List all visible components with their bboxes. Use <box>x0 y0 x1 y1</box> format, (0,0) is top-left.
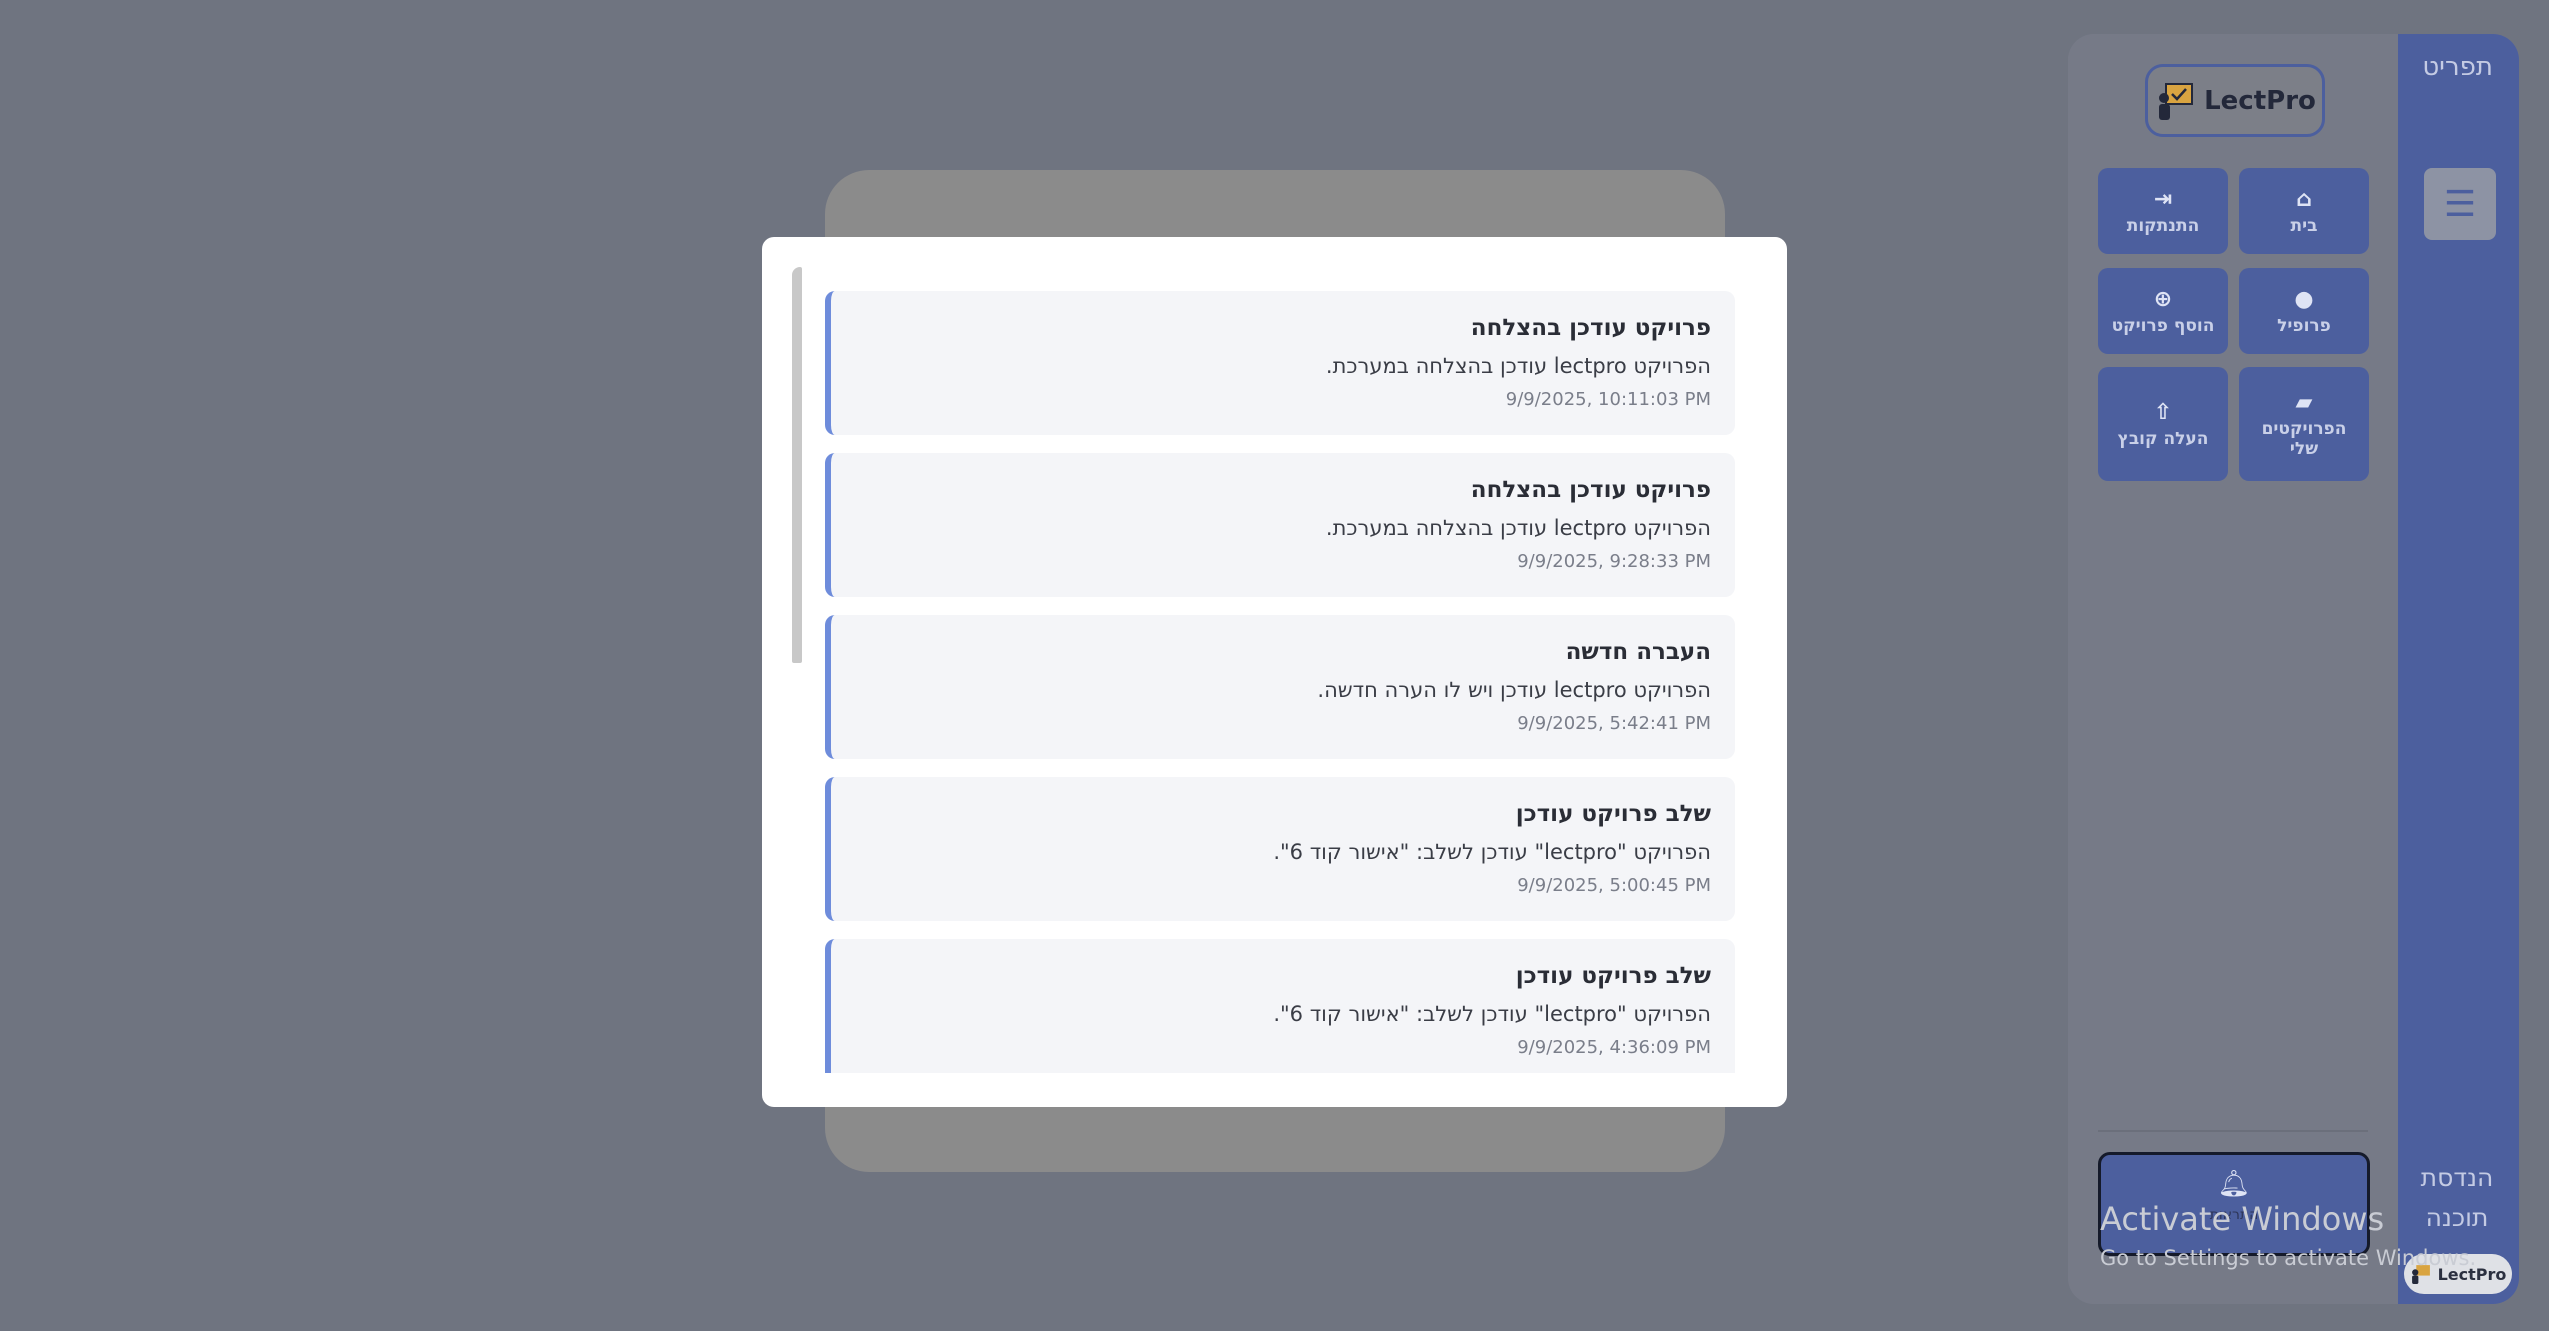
sidebar-footer-text: הנדסת תוכנה <box>2417 1158 2497 1238</box>
sidebar-brand-title: תפריט <box>2422 52 2493 82</box>
menu-toggle-button[interactable]: ☰ <box>2424 168 2496 240</box>
upload-file-button-label: העלה קובץ <box>2117 428 2209 449</box>
add-project-button-label: הוסף פרויקט <box>2111 315 2215 336</box>
notification-item[interactable]: העברה חדשה הפרויקט lectpro עודכן ויש לו … <box>825 615 1735 759</box>
upload-file-button[interactable]: ⇧ העלה קובץ <box>2098 367 2228 481</box>
logo-text: LectPro <box>2204 85 2316 116</box>
notification-title: שלב פרויקט עודכן <box>1515 963 1711 989</box>
sign-in-icon: ⇥ <box>2153 186 2173 212</box>
notification-timestamp: 9/9/2025, 5:42:41 PM <box>1517 713 1711 734</box>
plus-circle-icon: ⊕ <box>2153 286 2173 312</box>
footer-logo: LectPro <box>2404 1254 2512 1294</box>
notification-title: שלב פרויקט עודכן <box>1515 801 1711 827</box>
home-button[interactable]: ⌂ בית <box>2239 168 2369 254</box>
home-button-label: בית <box>2290 215 2318 236</box>
user-icon: ● <box>2294 286 2314 312</box>
notification-timestamp: 9/9/2025, 5:00:45 PM <box>1517 875 1711 896</box>
sidebar-divider <box>2098 1130 2368 1132</box>
my-projects-button[interactable]: ▰ הפרויקטים שלי <box>2239 367 2369 481</box>
scrollbar-thumb[interactable] <box>792 267 802 663</box>
logout-button[interactable]: ⇥ התנתקות <box>2098 168 2228 254</box>
notification-title: פרויקט עודכן בהצלחה <box>1470 315 1711 341</box>
notification-item[interactable]: פרויקט עודכן בהצלחה הפרויקט lectpro עודכ… <box>825 453 1735 597</box>
folder-open-icon: ▰ <box>2295 389 2313 415</box>
notification-message: הפרויקט lectpro עודכן בהצלחה במערכת. <box>1325 516 1711 540</box>
notification-item[interactable]: שלב פרויקט עודכן הפרויקט "lectpro" עודכן… <box>825 939 1735 1073</box>
lecturer-logo-icon <box>2159 82 2194 120</box>
notification-message: הפרויקט "lectpro" עודכן לשלב: "אישור קוד… <box>1273 840 1711 864</box>
notification-timestamp: 9/9/2025, 10:11:03 PM <box>1505 389 1711 410</box>
footer-line-2: תוכנה <box>2425 1203 2489 1232</box>
profile-button[interactable]: ● פרופיל <box>2239 268 2369 354</box>
notifications-list: פרויקט עודכן בהצלחה הפרויקט lectpro עודכ… <box>825 291 1735 1073</box>
lecturer-logo-small-icon <box>2411 1265 2430 1284</box>
upload-icon: ⇧ <box>2153 399 2173 425</box>
home-icon: ⌂ <box>2296 186 2312 212</box>
notifications-button[interactable]: 🔔︎ התראות <box>2098 1152 2370 1256</box>
notification-title: פרויקט עודכן בהצלחה <box>1470 477 1711 503</box>
sidebar-menu-area: LectPro ⌂ בית ⇥ התנתקות ● פרופיל ⊕ הוסף … <box>2068 34 2398 1304</box>
add-project-button[interactable]: ⊕ הוסף פרויקט <box>2098 268 2228 354</box>
notification-item[interactable]: שלב פרויקט עודכן הפרויקט "lectpro" עודכן… <box>825 777 1735 921</box>
notification-timestamp: 9/9/2025, 4:36:09 PM <box>1517 1037 1711 1058</box>
notification-message: הפרויקט lectpro עודכן בהצלחה במערכת. <box>1325 354 1711 378</box>
notifications-button-label: התראות <box>2209 1207 2259 1223</box>
footer-logo-text: LectPro <box>2437 1264 2507 1284</box>
bell-icon: 🔔︎ <box>2217 1169 2251 1199</box>
notification-timestamp: 9/9/2025, 9:28:33 PM <box>1517 551 1711 572</box>
logo: LectPro <box>2145 64 2325 137</box>
my-projects-button-label: הפרויקטים שלי <box>2261 418 2347 459</box>
notification-message: הפרויקט lectpro עודכן ויש לו הערה חדשה. <box>1317 678 1711 702</box>
notification-title: העברה חדשה <box>1565 639 1711 665</box>
profile-button-label: פרופיל <box>2277 315 2331 336</box>
notifications-modal: ✕ פרויקט עודכן בהצלחה הפרויקט lectpro עו… <box>762 237 1787 1107</box>
footer-line-1: הנדסת <box>2420 1163 2494 1192</box>
notification-message: הפרויקט "lectpro" עודכן לשלב: "אישור קוד… <box>1273 1002 1711 1026</box>
logout-button-label: התנתקות <box>2126 215 2200 236</box>
sidebar-rail: תפריט ☰ הנדסת תוכנה LectPro <box>2398 34 2519 1304</box>
notifications-scroll-area[interactable]: פרויקט עודכן בהצלחה הפרויקט lectpro עודכ… <box>792 267 1756 1073</box>
hamburger-icon: ☰ <box>2443 183 2477 225</box>
notification-item[interactable]: פרויקט עודכן בהצלחה הפרויקט lectpro עודכ… <box>825 291 1735 435</box>
app-sidebar-panel: LectPro ⌂ בית ⇥ התנתקות ● פרופיל ⊕ הוסף … <box>2068 34 2519 1304</box>
